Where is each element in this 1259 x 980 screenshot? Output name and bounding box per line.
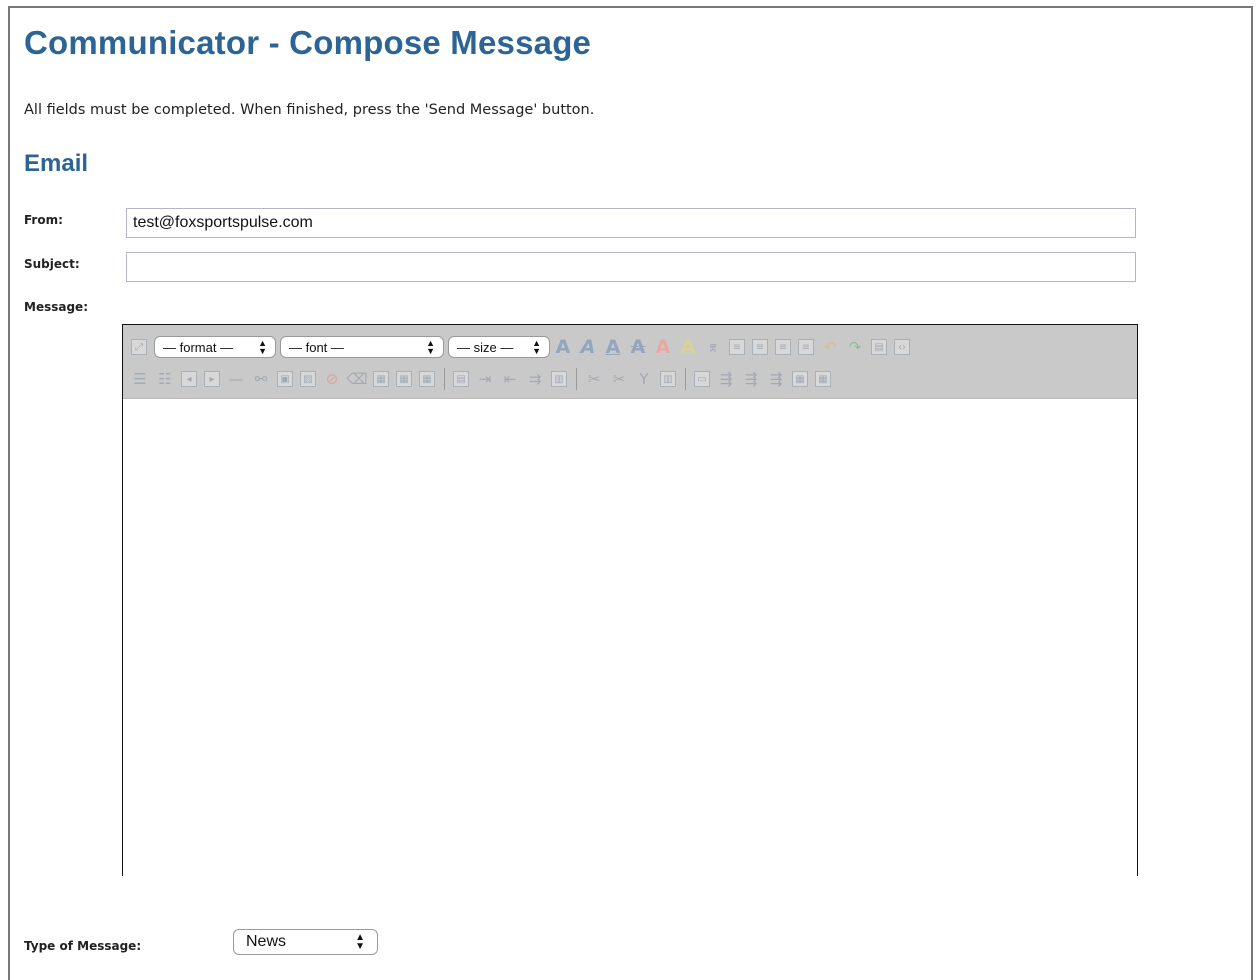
select-arrows-icon: ▲ ▼ <box>355 932 365 952</box>
bullet-list-icon[interactable]: ☷ <box>156 370 174 388</box>
fullscreen-icon[interactable]: ⤢ <box>131 339 147 355</box>
insert-col-before-icon[interactable]: ▭ <box>694 371 710 387</box>
cell-props-icon[interactable]: ▦ <box>419 371 435 387</box>
page-frame: Communicator - Compose Message All field… <box>8 6 1253 980</box>
font-select-value: — font — <box>289 339 344 355</box>
insert-col-after-icon[interactable]: ⇶ <box>717 370 735 388</box>
type-of-message-select[interactable]: News ▲ ▼ <box>233 929 378 955</box>
editor-toolbar: ⤢ — format — ▲ ▼ — font — ▲ ▼ — size — ▲ ▼ … <box>123 325 1137 399</box>
format-select[interactable]: — format — ▲ ▼ <box>154 336 276 358</box>
insert-row-after-icon[interactable]: ⇤ <box>501 370 519 388</box>
source-code-icon[interactable]: ‹› <box>894 339 910 355</box>
select-arrows-icon: ▲ ▼ <box>532 338 541 356</box>
horizontal-rule-icon[interactable]: — <box>227 370 245 388</box>
subject-field[interactable] <box>126 252 1136 282</box>
insert-media-icon[interactable]: ▨ <box>300 371 316 387</box>
cut-icon[interactable]: ✂ <box>585 370 603 388</box>
instructions-text: All fields must be completed. When finis… <box>24 102 595 118</box>
align-center-icon[interactable]: ≡ <box>752 339 768 355</box>
table-merge-icon[interactable]: ⇶ <box>767 370 785 388</box>
font-underline-a-icon[interactable]: A <box>604 336 622 358</box>
toolbar-row-2: ☰ ☷ ◂ ▸ — ⚯ ▣ ▨ ⊘ ⌫ ▦ ▦ ▦ ▤ ⇥ ⇤ ⇉ ▥ ✂ ✂ … <box>131 367 838 391</box>
paste-icon[interactable]: Y <box>635 370 653 388</box>
indent-icon[interactable]: ▸ <box>204 371 220 387</box>
row-props-icon[interactable]: ▤ <box>453 371 469 387</box>
section-title-email: Email <box>24 150 89 177</box>
page-title: Communicator - Compose Message <box>24 24 592 61</box>
toolbar-separator <box>444 368 445 390</box>
strikethrough-a-icon[interactable]: A <box>629 336 647 358</box>
table-icon[interactable]: ▦ <box>373 371 389 387</box>
message-label: Message: <box>24 300 88 314</box>
table-props-icon[interactable]: ▦ <box>396 371 412 387</box>
select-arrows-icon: ▲ ▼ <box>258 338 267 356</box>
unlink-icon[interactable]: ⊘ <box>323 370 341 388</box>
split-cells-icon[interactable]: ▥ <box>551 371 567 387</box>
link-icon[interactable]: ⚯ <box>252 370 270 388</box>
from-field[interactable] <box>126 208 1136 238</box>
align-left-icon[interactable]: ≡ <box>729 339 745 355</box>
size-select[interactable]: — size — ▲ ▼ <box>448 336 550 358</box>
redo-icon[interactable]: ↷ <box>846 338 864 356</box>
font-select[interactable]: — font — ▲ ▼ <box>280 336 444 358</box>
insert-row-before-icon[interactable]: ⇥ <box>476 370 494 388</box>
image-icon[interactable]: ▣ <box>277 371 293 387</box>
message-editor[interactable]: ⤢ — format — ▲ ▼ — font — ▲ ▼ — size — ▲ ▼ … <box>122 324 1138 876</box>
size-select-value: — size — <box>457 339 514 355</box>
eraser-icon[interactable]: ⌫ <box>346 370 367 388</box>
toolbar-row-1: ⤢ — format — ▲ ▼ — font — ▲ ▼ — size — ▲ ▼ … <box>131 335 917 359</box>
outdent-icon[interactable]: ◂ <box>181 371 197 387</box>
delete-row-icon[interactable]: ⇉ <box>526 370 544 388</box>
col-props-icon[interactable]: ▥ <box>660 371 676 387</box>
remove-format-icon[interactable]: ⌆ <box>704 338 722 356</box>
editor-content-area[interactable] <box>123 399 1137 875</box>
subject-label: Subject: <box>24 257 80 271</box>
text-color-icon[interactable]: A <box>654 336 672 358</box>
format-select-value: — format — <box>163 339 234 355</box>
print-icon[interactable]: ▤ <box>871 339 887 355</box>
delete-col-icon[interactable]: ⇶ <box>742 370 760 388</box>
from-label: From: <box>24 213 63 227</box>
type-of-message-label: Type of Message: <box>24 939 142 953</box>
type-of-message-value: News <box>246 933 287 950</box>
font-size-up-icon[interactable]: A <box>554 336 572 358</box>
highlight-color-icon[interactable]: A <box>679 336 697 358</box>
select-arrows-icon: ▲ ▼ <box>426 338 435 356</box>
copy-icon[interactable]: ✂ <box>610 370 628 388</box>
numbered-list-icon[interactable]: ☰ <box>131 370 149 388</box>
font-italic-a-icon[interactable]: A <box>579 336 597 358</box>
align-right-icon[interactable]: ≡ <box>775 339 791 355</box>
table-grid-icon[interactable]: ▦ <box>815 371 831 387</box>
align-justify-icon[interactable]: ≡ <box>798 339 814 355</box>
table-delete-icon[interactable]: ▦ <box>792 371 808 387</box>
toolbar-separator <box>685 368 686 390</box>
toolbar-separator <box>576 368 577 390</box>
undo-icon[interactable]: ↶ <box>821 338 839 356</box>
